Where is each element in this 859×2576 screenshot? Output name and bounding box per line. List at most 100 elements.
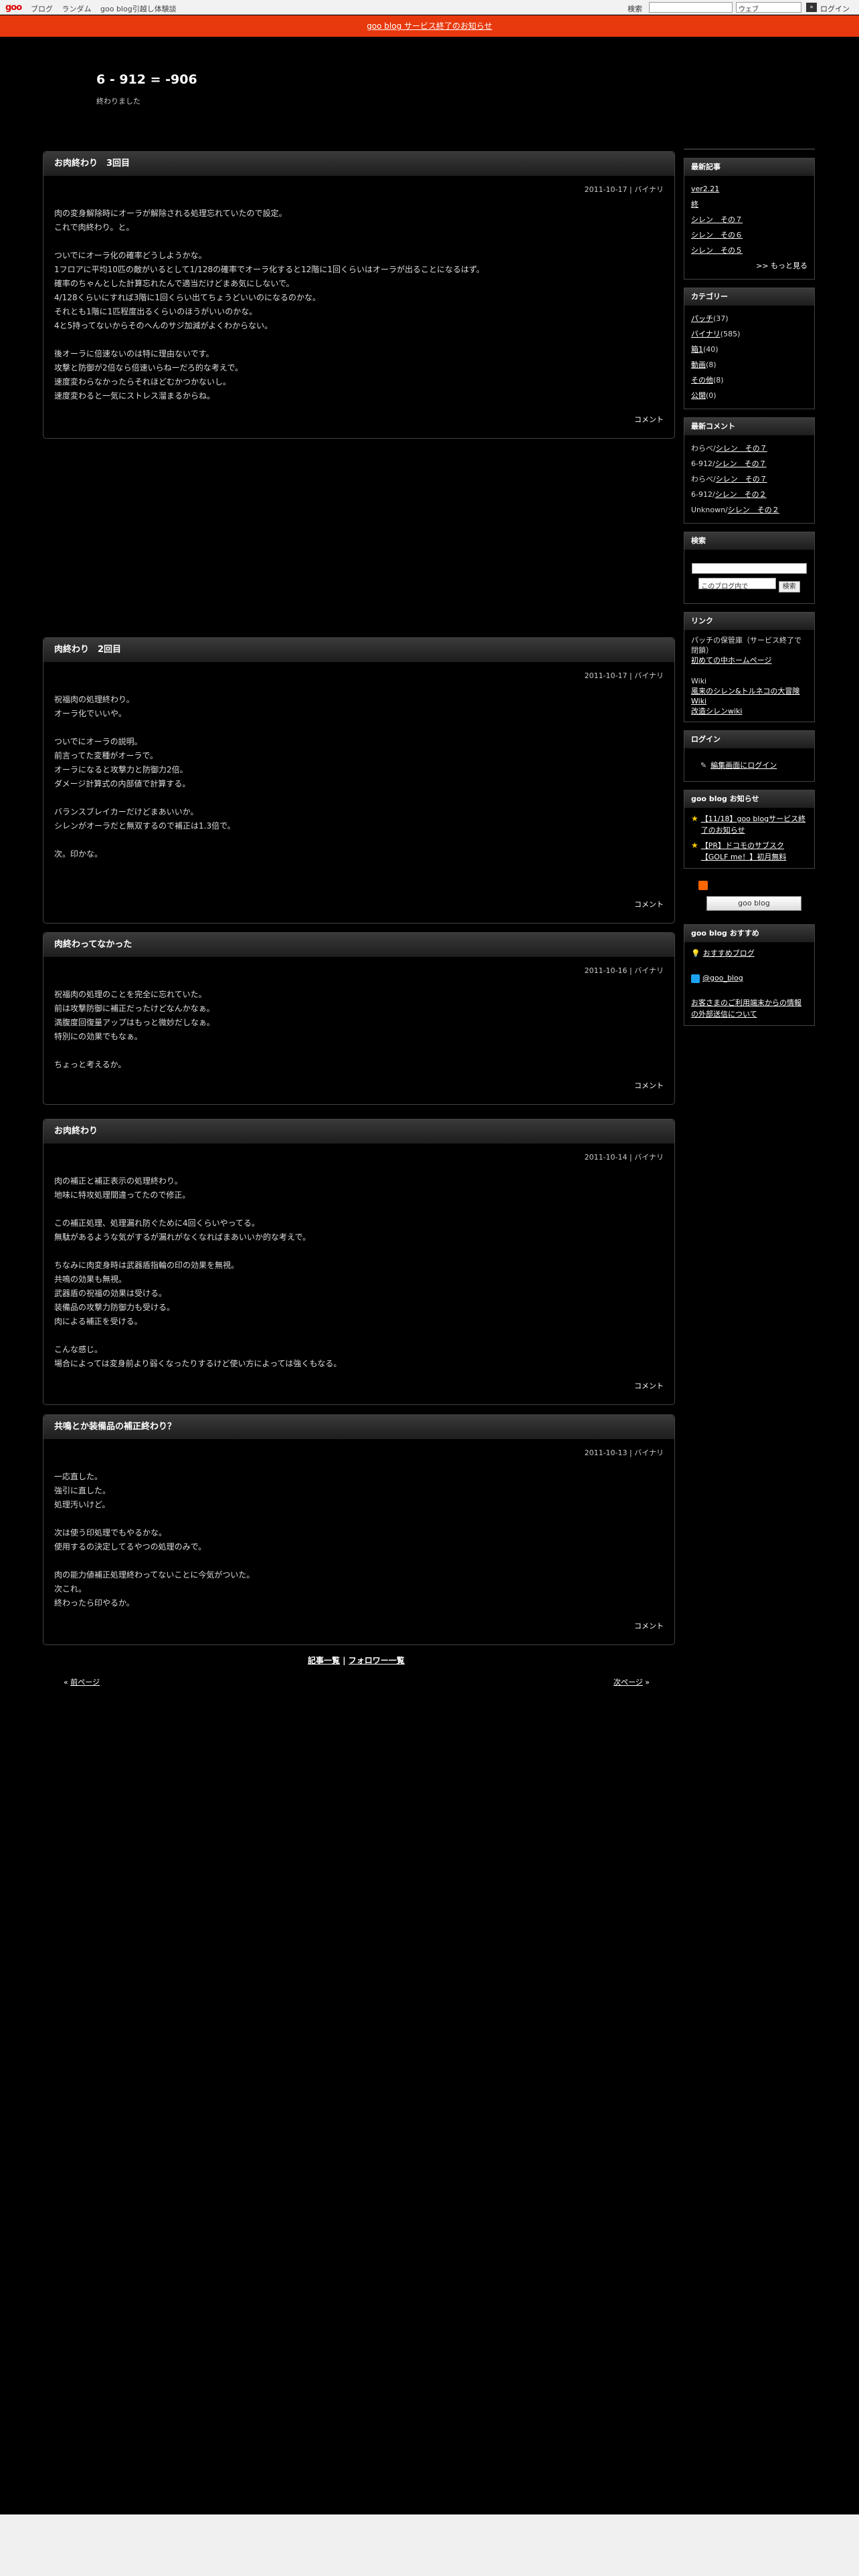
- rss-icon[interactable]: [698, 881, 708, 890]
- pencil-icon: ✎: [700, 761, 707, 770]
- search-input[interactable]: [649, 2, 733, 13]
- entry: お肉終わり 3回目 2011-10-17 | バイナリ 肉の変身解除時にオーラが解除…: [43, 151, 675, 439]
- recent-article-link[interactable]: 終: [691, 200, 698, 209]
- recent-article-link[interactable]: シレン その７: [691, 215, 743, 224]
- entry-body-line: [54, 333, 674, 347]
- search-scope-select[interactable]: ウェブ: [736, 2, 801, 13]
- category-link[interactable]: パッチ: [691, 314, 713, 323]
- comment-post-link[interactable]: シレン その７: [716, 475, 767, 484]
- entry-body-line: 処理汚いけど。: [54, 1500, 110, 1509]
- comment-link[interactable]: コメント: [634, 1382, 664, 1390]
- entry-body: 肉の補正と補正表示の処理終わり。 地味に特攻処理間違ってたので修正。 この補正処理、…: [43, 1162, 674, 1371]
- entry-body-line: 強引に直した。: [54, 1486, 111, 1495]
- category-count: (40): [703, 345, 719, 354]
- entry-body-line: 肉の能力値補正処理終わってないことに今気がついた。: [54, 1570, 255, 1580]
- blog-search-scope-select[interactable]: このブログ内で: [698, 578, 777, 591]
- blog-title[interactable]: 6 - 912 = -906: [96, 72, 197, 87]
- entry-body-line: [54, 721, 674, 735]
- comment-post-link[interactable]: シレン その７: [716, 444, 767, 453]
- entry-body-line: ちなみに肉変身時は武器盾指輪の印の効果を無視。: [54, 1261, 240, 1270]
- comment-link[interactable]: コメント: [634, 1081, 664, 1090]
- entry-body-line: 共鳴の効果も無視。: [54, 1275, 127, 1284]
- comment-link[interactable]: コメント: [634, 900, 664, 909]
- nav-random[interactable]: ランダム: [62, 5, 92, 13]
- recent-article-link[interactable]: ver2.21: [691, 185, 719, 193]
- external-transmission-link[interactable]: お客さまのご利用端末からの情報の外部送信について: [691, 998, 801, 1018]
- next-page-link[interactable]: 次ページ: [613, 1678, 643, 1687]
- recent-article-link[interactable]: シレン その５: [691, 246, 743, 255]
- entry-body-line: ついでにオーラ化の確率どうしようかな。: [54, 251, 207, 260]
- more-articles-link[interactable]: >> もっと見る: [756, 261, 807, 270]
- link-mod-wiki[interactable]: 改造シレンwiki: [691, 707, 742, 716]
- entry-category-link[interactable]: バイナリ: [634, 1448, 664, 1457]
- prev-page: « 前ページ: [64, 1678, 100, 1687]
- nav-blog[interactable]: ブログ: [31, 5, 53, 13]
- service-end-notice: goo blog サービス終了のお知らせ: [0, 15, 859, 37]
- entry-body-line: 特別にの効果でもなぁ。: [54, 1032, 142, 1041]
- entry-body-line: 祝福肉の処理のことを完全に忘れていた。: [54, 990, 207, 999]
- footer-links: 記事一覧 | フォロワー一覧: [308, 1654, 405, 1666]
- entry-date: 2011-10-13: [584, 1448, 628, 1457]
- entry-date: 2011-10-17: [584, 671, 628, 680]
- category-link[interactable]: 公開: [691, 391, 706, 400]
- entry: お肉終わり 2011-10-14 | バイナリ 肉の補正と補正表示の処理終わり。 地味…: [43, 1119, 675, 1405]
- entry: 肉終わり 2回目 2011-10-17 | バイナリ 祝福肉の処理終わり。 オーラ化で…: [43, 637, 675, 924]
- search-go-button[interactable]: »: [806, 3, 817, 12]
- link-shiren-wiki[interactable]: 風来のシレン&トルネコの大冒険 Wiki: [691, 687, 799, 706]
- link-homepage[interactable]: 初めての中ホームページ: [691, 656, 771, 665]
- comment-author: 6-912: [691, 490, 712, 499]
- entry-comment: コメント: [634, 899, 664, 909]
- goo-blog-button[interactable]: goo blog: [706, 896, 801, 911]
- article-list-link[interactable]: 記事一覧: [308, 1656, 340, 1665]
- prev-page-link[interactable]: 前ページ: [70, 1678, 100, 1687]
- category-link[interactable]: バイナリ: [691, 330, 721, 338]
- follower-list-link[interactable]: フォロワー一覧: [349, 1656, 405, 1665]
- category-link[interactable]: 動画: [691, 360, 706, 369]
- nav-move-story[interactable]: goo blog引越し体験談: [100, 5, 177, 13]
- blog-search-input[interactable]: [692, 563, 807, 574]
- comment-post-link[interactable]: シレン その２: [715, 490, 767, 499]
- entry-date: 2011-10-17: [584, 185, 628, 194]
- news-link[interactable]: 【11/18】goo blogサービス終了のお知らせ: [701, 813, 807, 836]
- goo-nav: ブログ ランダム goo blog引越し体験談: [31, 3, 183, 14]
- entry-title[interactable]: 共鳴とか装備品の補正終わり？: [43, 1415, 674, 1439]
- news-link[interactable]: 【PR】ドコモのサブスク【GOLF me！】初月無料: [701, 840, 807, 863]
- twitter-link[interactable]: @goo_blog: [702, 974, 743, 982]
- entry-title[interactable]: 肉終わってなかった: [43, 933, 674, 957]
- comment-link[interactable]: コメント: [634, 1622, 664, 1630]
- category-link[interactable]: その他: [691, 376, 713, 385]
- login-heading: ログイン: [684, 731, 814, 748]
- goo-news-box: goo blog お知らせ ★ 【11/18】goo blogサービス終了のお知ら…: [684, 790, 815, 869]
- entry-body-line: 次。印かな。: [54, 849, 103, 859]
- entry-category-link[interactable]: バイナリ: [634, 671, 664, 680]
- goo-logo[interactable]: goo: [5, 3, 22, 13]
- links-box: リンク パッチの保管庫（サービス終了で閉鎖） 初めての中ホームページ Wiki …: [684, 612, 815, 722]
- entry-category-link[interactable]: バイナリ: [634, 1153, 664, 1162]
- entry-body-line: [54, 1554, 674, 1568]
- entry-title[interactable]: 肉終わり 2回目: [43, 638, 674, 662]
- comment-post-link[interactable]: シレン その７: [715, 459, 767, 468]
- entry-body-line: 4/128くらいにすれば3階に1回くらい出てちょうどいいのになるのかな。: [54, 293, 320, 302]
- recent-article-link[interactable]: シレン その６: [691, 231, 743, 239]
- entry: 肉終わってなかった 2011-10-16 | バイナリ 祝福肉の処理のことを完全に忘…: [43, 932, 675, 1105]
- entry-body-line: ついでにオーラの説明。: [54, 737, 142, 746]
- blog-search-button[interactable]: 検索: [778, 581, 800, 593]
- entry-title[interactable]: お肉終わり 3回目: [43, 152, 674, 176]
- entry-body-line: これで肉終わり。と。: [54, 223, 134, 232]
- login-link[interactable]: ログイン: [820, 3, 850, 14]
- category-link[interactable]: 箱1: [691, 345, 703, 354]
- comment-post-link[interactable]: シレン その２: [728, 506, 779, 514]
- edit-login-link[interactable]: 編集画面にログイン: [710, 761, 777, 770]
- entry-category-link[interactable]: バイナリ: [634, 185, 664, 194]
- goo-news-heading: goo blog お知らせ: [684, 790, 814, 808]
- recommend-blog-link[interactable]: おすすめブログ: [703, 949, 755, 958]
- comment-link[interactable]: コメント: [634, 415, 664, 424]
- entry-category-link[interactable]: バイナリ: [634, 966, 664, 975]
- entry-body-line: [54, 1044, 674, 1058]
- entry-date: 2011-10-16: [584, 966, 628, 975]
- entry-title[interactable]: お肉終わり: [43, 1119, 674, 1144]
- entry-body-line: 4と5持ってないからそのへんのサジ加減がよくわからない。: [54, 321, 273, 330]
- lightbulb-icon: 💡: [691, 949, 700, 958]
- entry-comment: コメント: [634, 414, 664, 425]
- service-end-link[interactable]: goo blog サービス終了のお知らせ: [367, 21, 492, 31]
